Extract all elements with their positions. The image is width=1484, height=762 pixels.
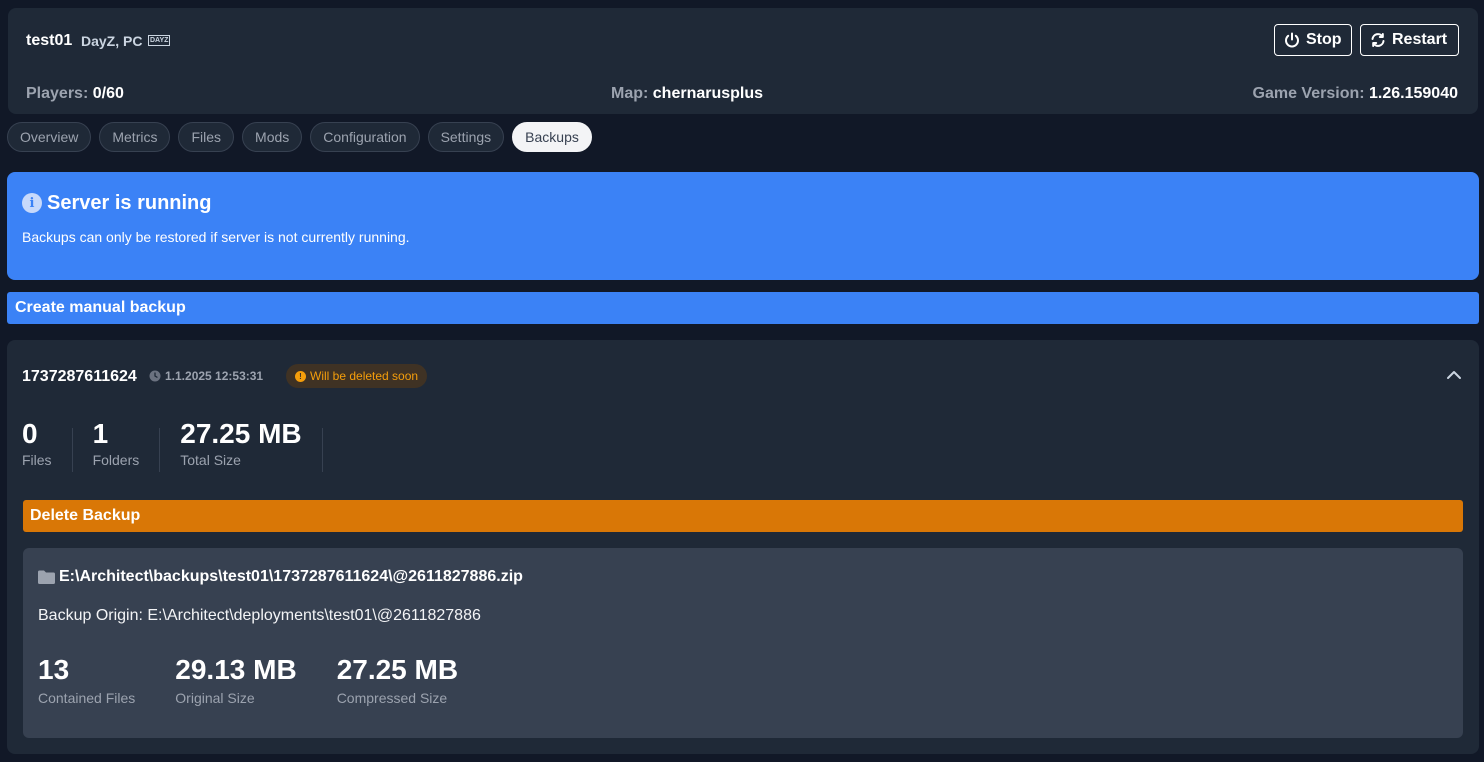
warning-icon: ! [295,370,306,382]
stat-label: Total Size [180,452,241,468]
create-backup-button[interactable]: Create manual backup [7,292,1479,324]
tab-settings[interactable]: Settings [427,122,505,152]
players-value: 0/60 [92,85,124,102]
stop-button[interactable]: Stop [1274,24,1352,56]
server-name: test01 [26,32,73,49]
backup-card: 1737287611624 1.1.2025 12:53:31 ! Will b… [7,340,1479,754]
stop-label: Stop [1306,31,1342,48]
stat-value: 27.25 MB [180,418,302,449]
stat-label: Folders [92,452,140,468]
version-stat: Game Version: 1.26.159040 [1253,85,1458,103]
stat-compressed-size: 27.25 MB Compressed Size [337,654,458,706]
version-label: Game Version: [1252,85,1365,102]
refresh-icon [1371,33,1385,47]
backup-stats: 0 Files 1 Folders 27.25 MB Total Size [22,418,343,472]
players-label: Players: [26,85,89,102]
backup-file-detail: E:\Architect\backups\test01\173728761162… [23,548,1463,738]
map-label: Map: [611,85,649,102]
restart-label: Restart [1392,31,1448,48]
tab-metrics[interactable]: Metrics [99,122,171,152]
chevron-up-icon[interactable] [1445,366,1463,384]
stat-label: Compressed Size [336,690,448,706]
backup-detail-stats: 13 Contained Files 29.13 MB Original Siz… [38,654,458,706]
server-game: DayZ, PC [81,33,143,49]
stat-label: Files [22,452,52,468]
info-icon: i [22,193,42,213]
stat-contained-files: 13 Contained Files [38,654,135,706]
stat-value: 1 [92,418,109,449]
delete-backup-button[interactable]: Delete Backup [23,500,1463,532]
alert-text: Backups can only be restored if server i… [22,229,410,245]
map-stat: Map: chernarusplus [611,85,763,103]
server-header: test01 DayZ, PC DAYZ Stop Restart Player… [8,8,1478,114]
tab-configuration[interactable]: Configuration [310,122,420,152]
clock-icon [149,370,161,382]
stat-label: Contained Files [38,690,136,706]
stat-value: 27.25 MB [336,654,459,685]
tab-bar: Overview Metrics Files Mods Configuratio… [7,122,592,152]
tab-files[interactable]: Files [178,122,235,152]
server-running-alert: i Server is running Backups can only be … [7,172,1479,280]
backup-time-text: 1.1.2025 12:53:31 [165,369,264,383]
stat-folders: 1 Folders [92,418,161,472]
tab-mods[interactable]: Mods [242,122,303,152]
backup-path-text: E:\Architect\backups\test01\173728761162… [59,568,523,585]
stat-value: 0 [22,418,38,449]
backup-id: 1737287611624 [22,368,137,385]
power-icon [1285,32,1299,48]
warning-text: Will be deleted soon [310,369,419,383]
folder-icon [38,570,55,584]
stat-files: 0 Files [22,418,73,472]
restart-button[interactable]: Restart [1360,24,1459,56]
map-value: chernarusplus [652,85,764,102]
players-stat: Players: 0/60 [26,85,124,103]
deletion-warning-badge: ! Will be deleted soon [286,364,428,388]
version-value: 1.26.159040 [1369,85,1458,102]
game-badge-icon: DAYZ [148,35,171,46]
backup-path: E:\Architect\backups\test01\173728761162… [38,568,523,586]
stat-original-size: 29.13 MB Original Size [175,654,296,706]
backup-origin: Backup Origin: E:\Architect\deployments\… [38,607,481,624]
tab-overview[interactable]: Overview [7,122,92,152]
alert-title: Server is running [47,192,212,214]
stat-total-size: 27.25 MB Total Size [180,418,323,472]
stat-value: 29.13 MB [175,654,297,685]
stat-value: 13 [38,654,70,685]
tab-backups[interactable]: Backups [512,122,592,152]
backup-timestamp: 1.1.2025 12:53:31 [149,369,263,383]
stat-label: Original Size [175,690,255,706]
